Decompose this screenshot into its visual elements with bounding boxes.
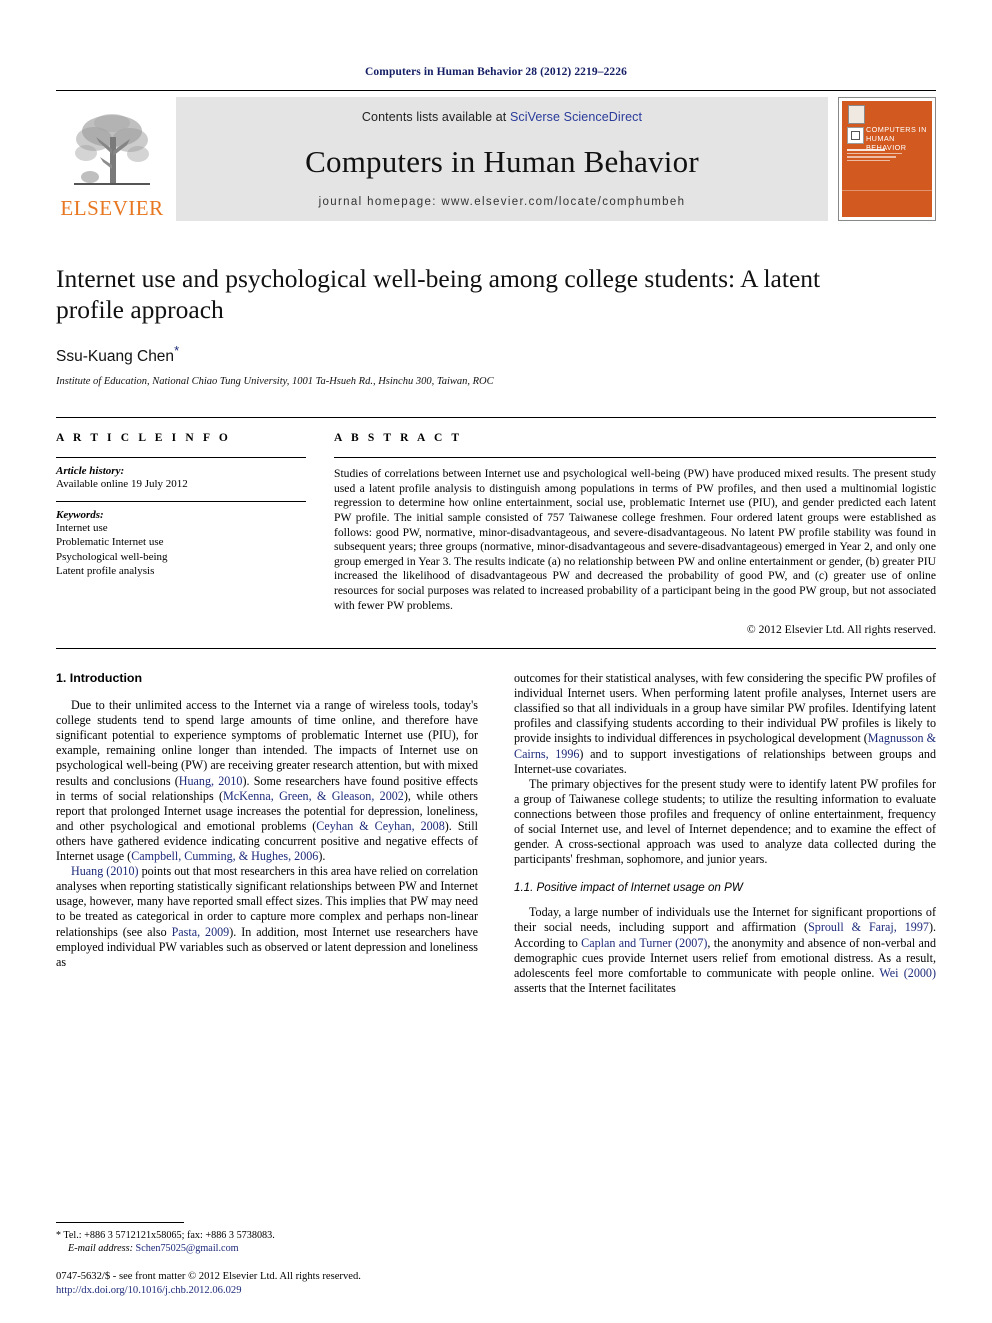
- cover-divider: [842, 190, 932, 191]
- doi-link[interactable]: http://dx.doi.org/10.1016/j.chb.2012.06.…: [56, 1284, 478, 1298]
- abstract-column: A B S T R A C T Studies of correlations …: [334, 432, 936, 636]
- abstract-heading: A B S T R A C T: [334, 432, 463, 445]
- article-history-label: Article history:: [56, 465, 125, 478]
- body-column-left: 1. Introduction Due to their unlimited a…: [56, 671, 478, 996]
- sciencedirect-link[interactable]: SciVerse ScienceDirect: [510, 110, 642, 124]
- keywords-group: Keywords: Internet use Problematic Inter…: [56, 502, 306, 588]
- paragraph-right-2: The primary objectives for the present s…: [514, 776, 936, 867]
- paragraph-intro-1: Due to their unlimited access to the Int…: [56, 698, 478, 864]
- subsection-heading-1-1: 1.1. Positive impact of Internet usage o…: [514, 881, 743, 895]
- issn-line: 0747-5632/$ - see front matter © 2012 El…: [56, 1271, 361, 1282]
- elsevier-tree-icon: [74, 114, 150, 185]
- title-block: Internet use and psychological well-bein…: [56, 263, 936, 387]
- abstract-copyright: © 2012 Elsevier Ltd. All rights reserved…: [746, 623, 936, 637]
- citation-link[interactable]: Sproull & Faraj, 1997: [808, 920, 929, 934]
- footnote-email: E-mail address: Schen75025@gmail.com: [56, 1242, 478, 1255]
- body-columns: 1. Introduction Due to their unlimited a…: [56, 671, 936, 996]
- footnote-rule: [56, 1222, 184, 1223]
- contents-lists-line: Contents lists available at SciVerse Sci…: [362, 110, 642, 124]
- keyword-item: Psychological well-being: [56, 550, 168, 563]
- citation-link[interactable]: Huang, 2010: [179, 774, 243, 788]
- text-run: ).: [318, 849, 326, 864]
- abstract-text: Studies of correlations between Internet…: [334, 467, 936, 612]
- keyword-item: Latent profile analysis: [56, 565, 155, 578]
- keywords-label: Keywords:: [56, 508, 104, 521]
- citation-link[interactable]: Campbell, Cumming, & Hughes, 2006: [131, 849, 318, 863]
- section-divider: [56, 648, 936, 650]
- journal-band: Contents lists available at SciVerse Sci…: [176, 97, 828, 221]
- footnote-marker: *: [56, 1230, 61, 1241]
- corresponding-author-marker: *: [174, 343, 180, 358]
- paragraph-intro-2: Huang (2010) points out that most resear…: [56, 864, 478, 970]
- footnote-tel-text: Tel.: +886 3 5712121x58065; fax: +886 3 …: [63, 1230, 275, 1241]
- page-title: Internet use and psychological well-bein…: [56, 264, 821, 324]
- citation-link[interactable]: Huang (2010): [71, 864, 139, 878]
- author-line: Ssu-Kuang Chen*: [56, 343, 936, 366]
- elsevier-logo: ELSEVIER: [56, 97, 168, 221]
- section-heading-introduction: 1. Introduction: [56, 671, 143, 686]
- keywords-list: Internet use Problematic Internet use Ps…: [56, 521, 306, 579]
- footnote-block: * Tel.: +886 3 5712121x58065; fax: +886 …: [56, 1222, 478, 1297]
- affiliation: Institute of Education, National Chiao T…: [56, 376, 494, 388]
- article-history-value: Available online 19 July 2012: [56, 478, 188, 491]
- elsevier-wordmark: ELSEVIER: [60, 196, 164, 220]
- citation-link[interactable]: Pasta, 2009: [172, 925, 230, 939]
- article-info-heading: A R T I C L E I N F O: [56, 432, 231, 445]
- journal-title: Computers in Human Behavior: [305, 144, 699, 179]
- paper-page: Computers in Human Behavior 28 (2012) 22…: [0, 0, 992, 1323]
- running-head: Computers in Human Behavior 28 (2012) 22…: [365, 66, 627, 78]
- issn-copyright-block: 0747-5632/$ - see front matter © 2012 El…: [56, 1270, 478, 1297]
- footnote-email-label: E-mail address:: [68, 1243, 133, 1254]
- cover-title-text: COMPUTERS IN HUMAN BEHAVIOR: [866, 125, 927, 152]
- cover-emblem-icon: [847, 127, 864, 144]
- journal-cover-thumbnail: COMPUTERS IN HUMAN BEHAVIOR: [838, 97, 936, 221]
- footnote-tel: * Tel.: +886 3 5712121x58065; fax: +886 …: [56, 1229, 478, 1242]
- cover-meta-lines: [847, 149, 926, 163]
- text-run: asserts that the Internet facilitates: [514, 980, 676, 995]
- email-link[interactable]: Schen75025@gmail.com: [136, 1243, 239, 1254]
- journal-cover-image: COMPUTERS IN HUMAN BEHAVIOR: [842, 101, 932, 217]
- keyword-item: Internet use: [56, 521, 108, 534]
- journal-masthead: ELSEVIER Contents lists available at Sci…: [56, 90, 936, 221]
- cover-elsevier-mark-icon: [848, 105, 865, 124]
- body-column-right: outcomes for their statistical analyses,…: [514, 671, 936, 996]
- paragraph-right-3: Today, a large number of individuals use…: [514, 905, 936, 996]
- citation-link[interactable]: Wei (2000): [879, 966, 936, 980]
- journal-homepage-link[interactable]: journal homepage: www.elsevier.com/locat…: [176, 196, 828, 208]
- citation-link[interactable]: Caplan and Turner (2007): [581, 936, 707, 950]
- article-info-column: A R T I C L E I N F O Article history: A…: [56, 432, 306, 636]
- info-abstract-section: A R T I C L E I N F O Article history: A…: [56, 417, 936, 636]
- article-history-group: Article history: Available online 19 Jul…: [56, 458, 306, 501]
- author-name: Ssu-Kuang Chen: [56, 348, 175, 366]
- citation-link[interactable]: Ceyhan & Ceyhan, 2008: [316, 819, 444, 833]
- keyword-item: Problematic Internet use: [56, 536, 164, 549]
- contents-prefix: Contents lists available at: [361, 110, 510, 124]
- paragraph-right-1: outcomes for their statistical analyses,…: [514, 671, 936, 777]
- citation-link[interactable]: McKenna, Green, & Gleason, 2002: [223, 789, 404, 803]
